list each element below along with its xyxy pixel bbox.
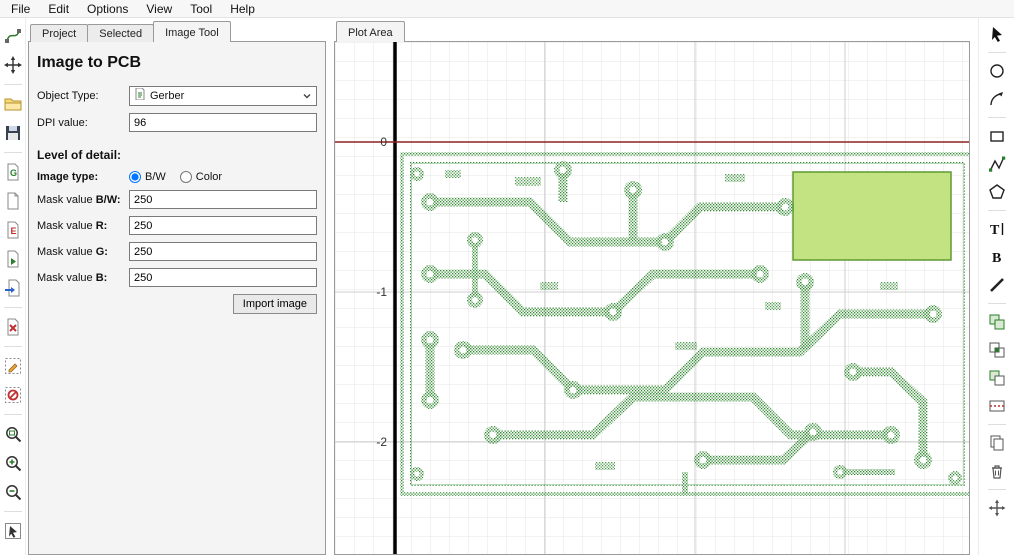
tool-panel: Project Selected Image Tool Image to PCB…: [26, 18, 328, 555]
cut-path-icon[interactable]: [986, 396, 1008, 416]
toolbar-separator: [988, 489, 1006, 490]
svg-text:B: B: [992, 251, 1001, 266]
file-toolbar: G E: [0, 18, 26, 555]
object-type-select[interactable]: Gerber: [129, 86, 317, 106]
toolbar-separator: [4, 414, 22, 415]
toolbar-separator: [988, 52, 1006, 53]
update-geometry-icon[interactable]: [2, 385, 24, 405]
mask-bw-input[interactable]: [129, 190, 317, 209]
select-icon[interactable]: [986, 24, 1008, 44]
save-project-icon[interactable]: [2, 123, 24, 143]
image-type-bw-option[interactable]: B/W: [129, 171, 166, 183]
zoom-in-icon[interactable]: [2, 453, 24, 473]
object-type-label: Object Type:: [37, 90, 129, 102]
level-of-detail-heading: Level of detail:: [37, 148, 317, 162]
polygon-union-icon[interactable]: [986, 312, 1008, 332]
menu-options[interactable]: Options: [78, 1, 137, 17]
add-circle-icon[interactable]: [986, 61, 1008, 81]
mask-r-input[interactable]: [129, 216, 317, 235]
edit-geometry-icon[interactable]: [2, 356, 24, 376]
image-type-color-label: Color: [196, 171, 222, 183]
geometry-editor-toolbar: T B: [978, 18, 1014, 555]
menu-view[interactable]: View: [137, 1, 181, 17]
panel-title: Image to PCB: [37, 54, 317, 72]
y-tick-label: -1: [376, 285, 387, 299]
add-arc-icon[interactable]: [986, 89, 1008, 109]
cancel-document-icon[interactable]: [2, 317, 24, 337]
mask-g-input[interactable]: [129, 242, 317, 261]
toolbar-separator: [988, 210, 1006, 211]
toolbar-separator: [988, 117, 1006, 118]
import-image-icon[interactable]: [2, 278, 24, 298]
add-text-icon[interactable]: T: [986, 219, 1008, 239]
image-tool-panel: Image to PCB Object Type: Gerber DPI val…: [28, 41, 326, 555]
menu-tool[interactable]: Tool: [181, 1, 221, 17]
image-type-bw-radio[interactable]: [129, 171, 141, 183]
app-window: File Edit Options View Tool Help G E: [0, 0, 1014, 555]
panel-tabs: Project Selected Image Tool: [28, 21, 326, 42]
origin-move-icon[interactable]: [2, 55, 24, 75]
image-type-bw-label: B/W: [145, 171, 166, 183]
polygon-subtraction-icon[interactable]: [986, 368, 1008, 388]
open-gerber-icon[interactable]: G: [2, 162, 24, 182]
add-rectangle-icon[interactable]: [986, 126, 1008, 146]
toolbar-separator: [4, 511, 22, 512]
toolbar-separator: [4, 152, 22, 153]
polygon-intersection-icon[interactable]: [986, 340, 1008, 360]
new-document-icon[interactable]: [2, 191, 24, 211]
mask-b-label: Mask value B:: [37, 272, 129, 284]
svg-text:T: T: [990, 223, 1000, 238]
grid-lines: [335, 42, 970, 555]
open-gcode-icon[interactable]: [2, 249, 24, 269]
mask-g-label: Mask value G:: [37, 246, 129, 258]
mask-bw-label: Mask value B/W:: [37, 194, 129, 206]
select-tool-icon[interactable]: [2, 521, 24, 541]
menu-edit[interactable]: Edit: [39, 1, 78, 17]
menu-help[interactable]: Help: [221, 1, 264, 17]
dpi-input[interactable]: [129, 113, 317, 132]
add-polygon-icon[interactable]: [986, 182, 1008, 202]
import-image-button[interactable]: Import image: [233, 294, 317, 314]
toolbar-separator: [4, 307, 22, 308]
y-tick-label: 0: [380, 135, 387, 149]
plot-canvas[interactable]: 0 -1 -2: [335, 42, 970, 555]
mask-b-input[interactable]: [129, 268, 317, 287]
chevron-down-icon: [302, 91, 312, 101]
tab-image-tool[interactable]: Image Tool: [153, 21, 231, 42]
zoom-out-icon[interactable]: [2, 482, 24, 502]
toolbar-separator: [988, 424, 1006, 425]
pcb-copper-pour: [793, 172, 951, 260]
y-tick-label: -2: [376, 435, 387, 449]
plot-region: Plot Area: [328, 18, 978, 555]
tab-project[interactable]: Project: [30, 24, 88, 42]
toolbar-separator: [988, 303, 1006, 304]
plot-tabs: Plot Area: [334, 21, 970, 42]
add-path-icon[interactable]: [986, 154, 1008, 174]
svg-text:E: E: [10, 226, 16, 236]
gerber-file-icon: [134, 87, 146, 105]
object-type-value: Gerber: [150, 90, 298, 102]
toolbar-separator: [4, 84, 22, 85]
svg-text:G: G: [10, 168, 17, 178]
menu-bar: File Edit Options View Tool Help: [0, 0, 1014, 18]
plot-canvas-frame: 0 -1 -2: [334, 41, 970, 555]
buffer-icon[interactable]: B: [986, 247, 1008, 267]
move-objects-icon[interactable]: [986, 498, 1008, 518]
open-project-icon[interactable]: [2, 94, 24, 114]
zoom-fit-icon[interactable]: [2, 424, 24, 444]
spline-tool-icon[interactable]: [2, 26, 24, 46]
open-excellon-icon[interactable]: E: [2, 220, 24, 240]
paint-icon[interactable]: [986, 275, 1008, 295]
menu-file[interactable]: File: [2, 1, 39, 17]
tab-plot-area[interactable]: Plot Area: [336, 21, 405, 42]
image-type-color-option[interactable]: Color: [180, 171, 222, 183]
delete-shape-icon[interactable]: [986, 461, 1008, 481]
tab-selected[interactable]: Selected: [87, 24, 154, 42]
toolbar-separator: [4, 346, 22, 347]
image-type-color-radio[interactable]: [180, 171, 192, 183]
mask-r-label: Mask value R:: [37, 220, 129, 232]
copy-objects-icon[interactable]: [986, 433, 1008, 453]
dpi-label: DPI value:: [37, 117, 129, 129]
image-type-label: Image type:: [37, 171, 129, 183]
